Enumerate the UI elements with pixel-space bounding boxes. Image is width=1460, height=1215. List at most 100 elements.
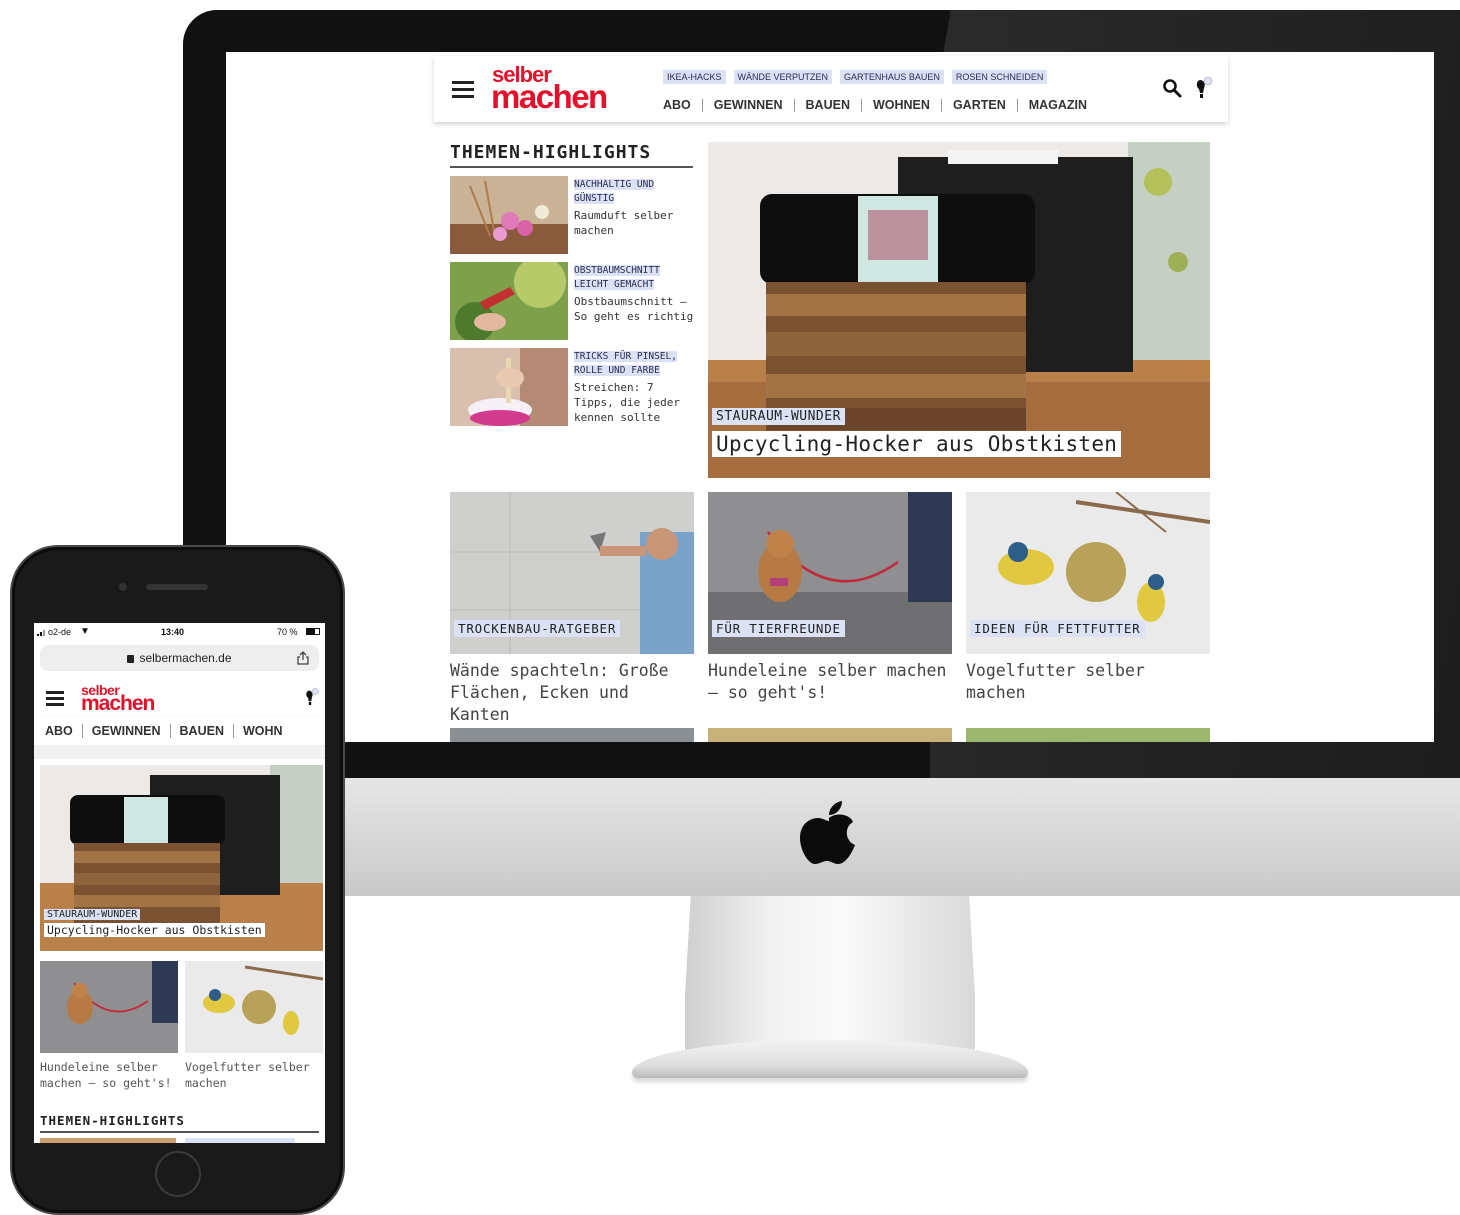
highlight-link[interactable]: Obstbaumschnitt – So geht es richtig	[574, 294, 694, 324]
nav-bauen[interactable]: BAUEN	[806, 98, 850, 112]
highlight-thumbnail[interactable]	[450, 262, 568, 340]
card-image[interactable]: TROCKENBAU-RATGEBER	[450, 492, 694, 654]
hero-article[interactable]: STAURAUM-WUNDER Upcycling-Hocker aus Obs…	[40, 765, 323, 951]
article-card[interactable]: Vogelfutter selber machen	[185, 961, 323, 1091]
nav-bauen[interactable]: BAUEN	[180, 724, 224, 738]
nav-divider	[1016, 98, 1018, 112]
nav-divider	[81, 724, 83, 738]
nav-gewinnen[interactable]: GEWINNEN	[92, 724, 161, 738]
battery-label: 70 %	[277, 627, 298, 637]
highlights-divider	[450, 166, 693, 168]
highlight-kicker: OBSTBAUMSCHNITT LEICHT GEMACHT	[574, 265, 660, 290]
highlight-thumbnail-peek	[40, 1138, 176, 1143]
signal-icon	[37, 630, 45, 636]
card-kicker: FÜR TIERFREUNDE	[712, 620, 845, 637]
phone-frame: o2-de ▼ 13:40 70 % selbermachen.de selbe…	[10, 545, 345, 1215]
battery-icon	[306, 628, 320, 635]
highlight-link[interactable]: Streichen: 7 Tipps, die jeder kennen sol…	[574, 380, 694, 425]
card-title[interactable]: Hundeleine selber machen – so geht's!	[708, 660, 952, 704]
hero-article[interactable]: STAURAUM-WUNDER Upcycling-Hocker aus Obs…	[708, 142, 1210, 478]
nav-gewinnen[interactable]: GEWINNEN	[714, 98, 783, 112]
card-kicker: IDEEN FÜR FETTFUTTER	[970, 620, 1145, 637]
highlight-item[interactable]: TRICKS FÜR PINSEL, ROLLE UND FARBE Strei…	[450, 348, 695, 428]
highlight-thumbnail[interactable]	[450, 348, 568, 426]
highlight-kicker: NACHHALTIG UND GÜNSTIG	[574, 179, 655, 204]
site-logo[interactable]: selber machen	[491, 64, 608, 115]
main-nav: ABO GEWINNEN BAUEN WOHNEN GARTEN MAGAZIN	[663, 98, 1087, 112]
nav-magazin[interactable]: MAGAZIN	[1029, 98, 1087, 112]
card-image[interactable]	[40, 961, 178, 1053]
menu-icon[interactable]	[452, 81, 474, 98]
nav-wohnen[interactable]: WOHN	[243, 724, 283, 738]
nav-divider	[860, 98, 862, 112]
nav-divider	[793, 98, 795, 112]
desktop-screen: selber machen IKEA-HACKS WÄNDE VERPUTZEN…	[226, 52, 1434, 742]
nav-garten[interactable]: GARTEN	[953, 98, 1006, 112]
nav-wohnen[interactable]: WOHNEN	[873, 98, 930, 112]
site-header: selber machen IKEA-HACKS WÄNDE VERPUTZEN…	[434, 56, 1228, 122]
highlights-divider	[40, 1131, 319, 1133]
logo-line-machen: machen	[81, 692, 155, 716]
highlight-item[interactable]: NACHHALTIG UND GÜNSTIG Raumduft selber m…	[450, 176, 695, 256]
card-image[interactable]	[185, 961, 323, 1053]
status-bar: o2-de ▼ 13:40 70 %	[34, 623, 325, 641]
highlight-kicker: TRICKS FÜR PINSEL, ROLLE UND FARBE	[574, 351, 677, 376]
card-title[interactable]: Vogelfutter selber machen	[185, 1059, 323, 1091]
card-title[interactable]: Hundeleine selber machen – so geht's!	[40, 1059, 178, 1091]
share-icon[interactable]	[297, 651, 309, 665]
home-button[interactable]	[155, 1151, 201, 1197]
nav-divider	[169, 724, 171, 738]
address-bar[interactable]: selbermachen.de	[40, 645, 319, 671]
section-gap	[34, 745, 325, 759]
hero-title[interactable]: Upcycling-Hocker aus Obstkisten	[44, 923, 265, 937]
status-time: 13:40	[161, 627, 185, 637]
mobile-main-nav: ABO GEWINNEN BAUEN WOHN	[34, 717, 325, 745]
wifi-icon: ▼	[80, 626, 90, 637]
nav-divider	[940, 98, 942, 112]
nav-abo[interactable]: ABO	[45, 724, 73, 738]
hero-image[interactable]	[708, 142, 1210, 478]
logo-line-machen: machen	[491, 77, 608, 115]
nav-divider	[701, 98, 703, 112]
url-text: selbermachen.de	[139, 651, 232, 665]
lock-icon	[127, 655, 135, 663]
hero-kicker: STAURAUM-WUNDER	[712, 408, 845, 425]
tag-waende-verputzen[interactable]: WÄNDE VERPUTZEN	[733, 70, 833, 84]
tag-gartenhaus-bauen[interactable]: GARTENHAUS BAUEN	[840, 70, 944, 84]
highlight-link[interactable]: Raumduft selber machen	[574, 208, 694, 238]
menu-icon[interactable]	[46, 691, 64, 706]
next-row-image-peek	[450, 728, 694, 742]
phone-screen: o2-de ▼ 13:40 70 % selbermachen.de selbe…	[34, 623, 325, 1143]
hero-title[interactable]: Upcycling-Hocker aus Obstkisten	[712, 431, 1122, 457]
card-title[interactable]: Wände spachteln: Große Flächen, Ecken un…	[450, 660, 694, 726]
next-row-image-peek	[966, 728, 1210, 742]
card-image-dog	[40, 961, 178, 1053]
card-image[interactable]: IDEEN FÜR FETTFUTTER	[966, 492, 1210, 654]
tag-rosen-schneiden[interactable]: ROSEN SCHNEIDEN	[951, 70, 1048, 84]
highlight-kicker-peek	[185, 1138, 295, 1143]
hero-kicker: STAURAUM-WUNDER	[44, 909, 141, 920]
nav-divider	[232, 724, 234, 738]
topic-tags: IKEA-HACKS WÄNDE VERPUTZEN GARTENHAUS BA…	[663, 70, 1048, 84]
card-kicker: TROCKENBAU-RATGEBER	[454, 620, 621, 637]
carrier-label: o2-de	[48, 627, 72, 637]
search-icon[interactable]	[1162, 78, 1182, 98]
phone-speaker	[146, 584, 208, 590]
tag-ikea-hacks[interactable]: IKEA-HACKS	[663, 70, 726, 84]
lightbulb-icon[interactable]	[304, 687, 320, 707]
highlights-title: THEMEN-HIGHLIGHTS	[450, 142, 652, 163]
apple-logo-icon	[800, 801, 855, 864]
highlight-thumbnail[interactable]	[450, 176, 568, 254]
lightbulb-icon[interactable]	[1194, 76, 1214, 100]
highlight-item[interactable]: OBSTBAUMSCHNITT LEICHT GEMACHT Obstbaums…	[450, 262, 695, 342]
mobile-header: selber machen	[34, 679, 325, 715]
card-image-birds	[185, 961, 323, 1053]
site-logo[interactable]: selber machen	[81, 683, 155, 716]
highlights-title: THEMEN-HIGHLIGHTS	[40, 1113, 185, 1128]
card-title[interactable]: Vogelfutter selber machen	[966, 660, 1210, 704]
phone-camera	[119, 583, 127, 591]
article-card[interactable]: Hundeleine selber machen – so geht's!	[40, 961, 178, 1091]
card-image[interactable]: FÜR TIERFREUNDE	[708, 492, 952, 654]
nav-abo[interactable]: ABO	[663, 98, 691, 112]
next-row-image-peek	[708, 728, 952, 742]
